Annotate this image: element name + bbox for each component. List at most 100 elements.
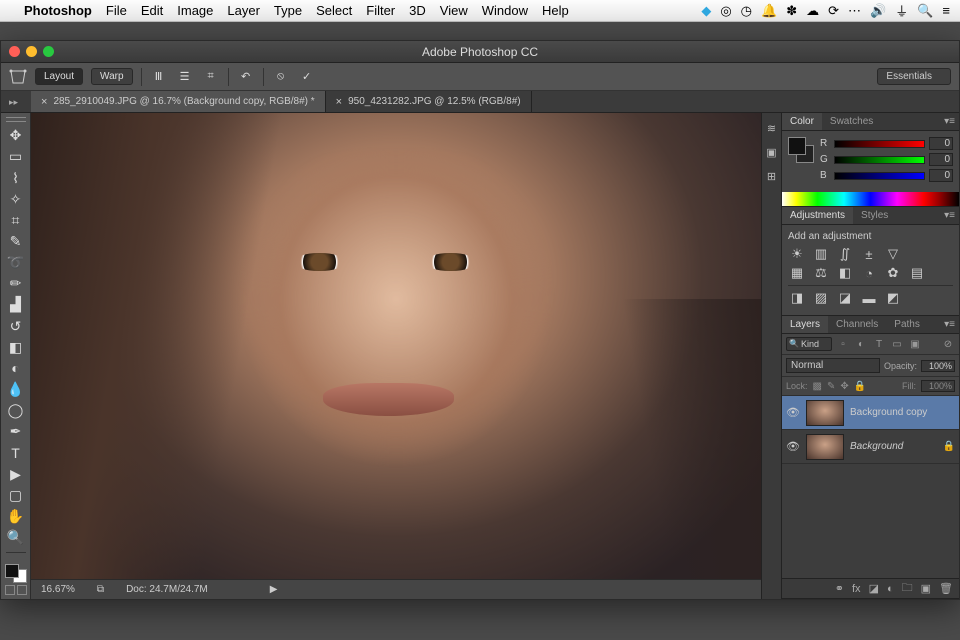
warp-button[interactable]: Warp [91,68,133,85]
hue-sat-icon[interactable]: ▦ [788,265,806,281]
layer-item[interactable]: 👁 Background 🔒 [782,430,959,464]
color-balance-icon[interactable]: ⚖ [812,265,830,281]
cancel-transform-icon[interactable]: ⦸ [272,68,290,86]
layer-lock-icon[interactable]: 🔒 [943,441,955,452]
wifi-tray-icon[interactable]: ⏚ [895,1,908,20]
new-fill-adj-icon[interactable]: ◐ [887,583,894,595]
menu-view[interactable]: View [440,3,468,18]
layer-thumbnail[interactable] [806,400,844,426]
exposure-icon[interactable]: ± [860,246,878,262]
zoom-level[interactable]: 16.67% [41,584,75,595]
document-tab-1[interactable]: × 285_2910049.JPG @ 16.7% (Background co… [31,91,326,112]
lasso-tool[interactable]: ⌇ [4,169,28,188]
lock-position-icon[interactable]: ✥ [840,381,848,392]
document-tab-2[interactable]: × 950_4231282.JPG @ 12.5% (RGB/8#) [326,91,532,112]
status-flyout-icon[interactable]: ▶ [270,584,278,595]
tab-color[interactable]: Color [782,113,822,130]
tab-channels[interactable]: Channels [828,316,886,333]
brightness-contrast-icon[interactable]: ☀ [788,246,806,262]
properties-panel-icon[interactable]: ⊞ [765,169,779,183]
dodge-tool[interactable]: ◯ [4,401,28,420]
brush-tool[interactable]: ✏ [4,274,28,293]
layer-name[interactable]: Background copy [850,407,955,418]
g-slider[interactable] [834,156,925,164]
menu-filter[interactable]: Filter [366,3,395,18]
layer-visibility-icon[interactable]: 👁 [786,406,800,419]
foreground-background-swatch[interactable] [5,564,27,583]
new-layer-icon[interactable]: ▣ [921,582,931,595]
vibrance-icon[interactable]: ▽ [884,246,902,262]
color-spectrum[interactable] [782,192,959,206]
selective-color-icon[interactable]: ◩ [884,290,902,306]
filter-pixel-icon[interactable]: ▫ [836,337,850,351]
opacity-input[interactable]: 100% [921,360,955,372]
shape-tool[interactable]: ▢ [4,486,28,505]
layer-filter-kind-dropdown[interactable]: Kind [786,337,832,351]
doc-info[interactable]: Doc: 24.7M/24.7M [126,584,208,595]
adjustments-panel-menu-icon[interactable]: ▾≡ [940,207,959,224]
filter-shape-icon[interactable]: ▭ [890,337,904,351]
window-maximize-button[interactable] [43,46,54,57]
grid-icon[interactable]: ⌗ [202,68,220,86]
magic-wand-tool[interactable]: ✧ [4,190,28,209]
lock-all-icon[interactable]: 🔒 [854,381,866,392]
eyedropper-tool[interactable]: ✎ [4,232,28,251]
tab-paths[interactable]: Paths [886,316,928,333]
layer-item[interactable]: 👁 Background copy [782,396,959,430]
menu-type[interactable]: Type [274,3,302,18]
new-group-icon[interactable]: 🗀 [902,579,913,598]
gradient-map-icon[interactable]: ▬ [860,290,878,306]
layer-thumbnail[interactable] [806,434,844,460]
layer-visibility-icon[interactable]: 👁 [786,440,800,453]
layout-button[interactable]: Layout [35,68,83,85]
filter-toggle-icon[interactable]: ⊘ [941,337,955,351]
filter-smart-icon[interactable]: ▣ [908,337,922,351]
posterize-icon[interactable]: ▨ [812,290,830,306]
r-slider[interactable] [834,140,925,148]
menu-window[interactable]: Window [482,3,528,18]
blur-tool[interactable]: 💧 [4,380,28,399]
zoom-tool[interactable]: 🔍 [4,528,28,547]
color-lookup-icon[interactable]: ▤ [908,265,926,281]
photo-filter-icon[interactable]: ◔ [860,265,878,281]
document-canvas[interactable] [31,113,761,579]
bell-tray-icon[interactable]: 🔔 [761,3,777,19]
history-brush-tool[interactable]: ↺ [4,316,28,335]
screen-mode-icon[interactable] [17,585,27,595]
layer-fx-icon[interactable]: fx [852,583,861,595]
window-minimize-button[interactable] [26,46,37,57]
channel-mixer-icon[interactable]: ✿ [884,265,902,281]
cloud-tray-icon[interactable]: ☁ [806,3,819,19]
levels-icon[interactable]: ▥ [812,246,830,262]
menu-image[interactable]: Image [177,3,213,18]
menu-file[interactable]: File [106,3,127,18]
menu-select[interactable]: Select [316,3,352,18]
layer-mask-icon[interactable]: ◪ [869,582,879,595]
search-tray-icon[interactable]: 🔍 [917,3,933,19]
align-vertical-icon[interactable]: Ⅲ [150,68,168,86]
move-tool[interactable]: ✥ [4,126,28,145]
commit-transform-icon[interactable]: ✓ [298,68,316,86]
color-panel-menu-icon[interactable]: ▾≡ [940,113,959,130]
sync-tray-icon[interactable]: ⟳ [828,3,839,19]
clock-tray-icon[interactable]: ◷ [741,3,752,19]
menu-tray-icon[interactable]: ≡ [942,3,950,18]
layer-name[interactable]: Background [850,441,937,452]
panel-grip-icon[interactable] [6,117,26,122]
b-slider[interactable] [834,172,925,180]
filter-type-icon[interactable]: T [872,337,886,351]
fill-input[interactable]: 100% [921,380,955,392]
g-value[interactable]: 0 [929,153,953,166]
menu-edit[interactable]: Edit [141,3,163,18]
tab-adjustments[interactable]: Adjustments [782,207,853,224]
delete-layer-icon[interactable]: 🗑 [939,582,953,595]
align-horizontal-icon[interactable]: ☰ [176,68,194,86]
hand-tool[interactable]: ✋ [4,507,28,526]
menu-3d[interactable]: 3D [409,3,426,18]
dots-tray-icon[interactable]: ⋯ [848,3,861,19]
cc-tray-icon[interactable]: ◎ [720,3,731,19]
paw-tray-icon[interactable]: ✽ [786,3,797,19]
dropbox-tray-icon[interactable]: ◆ [701,3,711,19]
bw-icon[interactable]: ◧ [836,265,854,281]
expose-icon[interactable]: ⧉ [97,584,104,595]
